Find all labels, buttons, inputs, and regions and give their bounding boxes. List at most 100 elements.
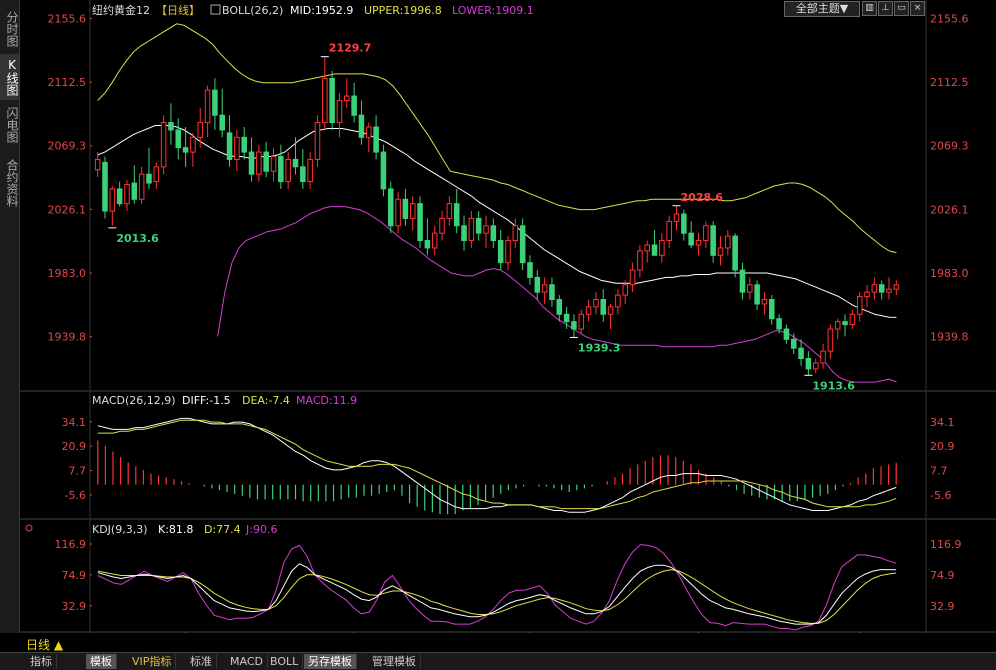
candle-body: [893, 284, 900, 290]
candle-body: [695, 240, 702, 246]
close-icon[interactable]: ×: [910, 1, 925, 16]
candle-body: [256, 151, 262, 175]
kdj-y-tick-label-left: 32.9: [62, 600, 87, 613]
macd-diff: DIFF:-1.5: [182, 394, 231, 407]
candle-body: [629, 269, 636, 286]
candle: [417, 196, 423, 248]
candle-body: [710, 225, 716, 256]
macd-y-tick-label-left: 20.9: [62, 440, 87, 453]
side-tab-kline[interactable]: K线图: [0, 54, 19, 100]
chart-options-icon[interactable]: ▥: [862, 1, 877, 16]
minimize-icon[interactable]: ▭: [894, 1, 909, 16]
candle-body: [461, 225, 467, 242]
macd-y-tick-label-right: -5.6: [930, 489, 951, 502]
kdj-k: K:81.8: [158, 523, 193, 536]
candle-body: [827, 328, 834, 352]
macd-y-tick-label-right: 7.7: [930, 465, 948, 478]
candle-body: [241, 136, 247, 153]
candle-body: [160, 122, 167, 168]
candle-body: [248, 151, 255, 175]
macd-y-tick-label-left: 34.1: [62, 416, 87, 429]
toolbar-button[interactable]: 模板: [86, 654, 117, 669]
toolbar-button[interactable]: VIP指标: [128, 654, 177, 669]
candle-body: [578, 313, 585, 330]
candle-body: [593, 299, 599, 308]
period-selector[interactable]: 日线 ▲: [26, 636, 63, 653]
toolbar-button[interactable]: 管理模板: [368, 654, 421, 669]
boll-lower: LOWER:1909.1: [452, 4, 534, 17]
candle-body: [849, 313, 856, 326]
candle-body: [776, 318, 782, 330]
candle-body: [717, 247, 724, 256]
chart-area[interactable]: 2155.6 2155.6 2112.5 2112.5 2069.3 2069.3 2026…: [20, 0, 996, 633]
toolbar-button[interactable]: 标准: [186, 654, 217, 669]
y-tick-label-right: 2155.6: [930, 12, 969, 25]
candle: [329, 70, 335, 130]
y-tick-label-right: 1983.0: [930, 267, 969, 280]
side-tab-bar: 分时图 K线图 闪电图 合约资料: [0, 0, 20, 633]
extreme-label: 2028.6: [681, 191, 724, 204]
candle-body: [424, 240, 431, 249]
candle-body: [820, 350, 826, 364]
candle-body: [446, 203, 453, 219]
candle-body: [402, 198, 409, 219]
candle-body: [534, 276, 541, 293]
candle-body: [94, 158, 101, 171]
y-tick-label-right: 2112.5: [930, 76, 969, 89]
candle-body: [497, 240, 504, 264]
candle-body: [878, 284, 885, 293]
candle-body: [351, 95, 357, 116]
candle-body: [300, 166, 306, 183]
candle-body: [475, 217, 482, 234]
candle-body: [366, 126, 372, 138]
candle-body: [344, 95, 350, 101]
boll-mid: MID:1952.9: [290, 4, 353, 17]
candle-body: [329, 77, 335, 124]
side-tab-contract-info[interactable]: 合约资料: [0, 152, 19, 214]
candle-body: [263, 151, 269, 172]
theme-select-button[interactable]: 全部主题▼: [784, 1, 860, 17]
candle-body: [270, 156, 277, 172]
macd-dea: DEA:-7.4: [242, 394, 290, 407]
candle-body: [556, 299, 563, 315]
candle-body: [541, 284, 548, 293]
candle: [160, 115, 167, 175]
candle-body: [453, 203, 460, 227]
candle-body: [571, 321, 577, 330]
candle-body: [190, 136, 196, 153]
y-tick-label-left: 2026.1: [48, 203, 87, 216]
candle-body: [307, 158, 313, 183]
side-tab-timeshare[interactable]: 分时图: [0, 6, 19, 52]
candle-body: [519, 225, 526, 264]
candle: [519, 218, 526, 271]
candle-body: [322, 77, 328, 124]
toolbar-button[interactable]: 另存模板: [304, 654, 357, 669]
candle-body: [856, 296, 863, 315]
candle-body: [812, 362, 819, 370]
extreme-label: 2129.7: [329, 42, 371, 55]
candle-body: [212, 89, 218, 116]
candle-body: [512, 225, 519, 242]
kdj-y-tick-label-left: 116.9: [55, 538, 87, 551]
candle-body: [607, 306, 614, 315]
toolbar-button[interactable]: BOLL: [266, 654, 304, 669]
y-tick-label-right: 1939.8: [930, 331, 969, 344]
candle: [102, 156, 108, 219]
candle-body: [864, 291, 870, 298]
candle-body: [659, 240, 665, 256]
candle-body: [761, 299, 768, 305]
candle-body: [644, 244, 650, 252]
candle-body: [769, 299, 775, 320]
toolbar-button[interactable]: 指标: [26, 654, 57, 669]
pin-icon[interactable]: ⊥: [878, 1, 893, 16]
extreme-label: 2013.6: [116, 232, 159, 245]
y-tick-label-left: 2069.3: [48, 140, 87, 153]
toolbar-button[interactable]: MACD: [226, 654, 268, 669]
candle-body: [688, 232, 694, 246]
side-tab-tick[interactable]: 闪电图: [0, 102, 19, 148]
candle-body: [549, 284, 555, 301]
extreme-label: 1939.3: [578, 341, 620, 354]
candle-body: [673, 213, 680, 222]
candle-body: [681, 213, 687, 234]
candle-body: [651, 244, 658, 256]
